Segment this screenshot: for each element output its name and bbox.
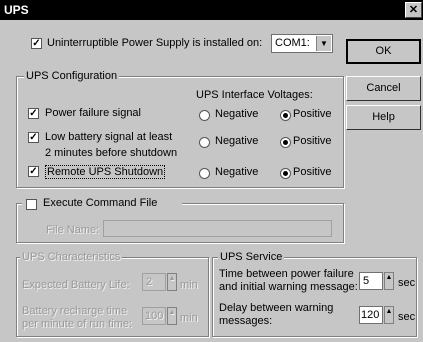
- battery-life-input[interactable]: 2: [142, 273, 166, 291]
- low-battery-label-line2: 2 minutes before shutdown: [45, 147, 178, 159]
- help-button[interactable]: Help: [346, 105, 421, 130]
- execute-command-label: Execute Command File: [43, 197, 158, 209]
- check-mark-icon: ✓: [29, 166, 38, 177]
- delay-spinner[interactable]: ▲: [384, 306, 394, 324]
- power-failure-label: Power failure signal: [45, 107, 141, 119]
- recharge-input[interactable]: 100: [142, 307, 166, 325]
- check-mark-icon: ✓: [29, 108, 38, 119]
- title-bar: UPS ✕: [0, 0, 423, 20]
- power-failure-positive-radio[interactable]: [280, 110, 291, 121]
- window-title: UPS: [4, 3, 29, 17]
- power-failure-negative-label: Negative: [215, 108, 259, 120]
- spin-up-icon: ▲: [385, 308, 393, 315]
- spin-up-icon: ▲: [168, 275, 176, 282]
- spin-up-icon: ▲: [385, 274, 393, 281]
- remote-shutdown-negative-label: Negative: [215, 166, 259, 178]
- ups-characteristics-legend: UPS Characteristics: [20, 251, 123, 263]
- time-between-spinner[interactable]: ▲: [384, 272, 394, 290]
- recharge-value: 100: [145, 310, 164, 322]
- time-between-label-line2: and initial warning message:: [219, 281, 358, 293]
- battery-life-value: 2: [146, 276, 153, 288]
- power-failure-checkbox[interactable]: ✓: [28, 108, 39, 119]
- port-select[interactable]: COM1: ▼: [271, 34, 333, 53]
- cancel-button[interactable]: Cancel: [346, 76, 421, 101]
- low-battery-positive-label: Positive: [293, 135, 332, 147]
- low-battery-negative-radio[interactable]: [199, 137, 210, 148]
- ups-configuration-legend: UPS Configuration: [24, 70, 120, 82]
- power-failure-negative-radio[interactable]: [199, 110, 210, 121]
- power-failure-positive-label: Positive: [293, 108, 332, 120]
- check-mark-icon: ✓: [29, 132, 38, 143]
- execute-command-checkbox[interactable]: [26, 199, 37, 210]
- time-between-unit: sec: [398, 277, 416, 289]
- recharge-spinner[interactable]: ▲: [167, 307, 177, 325]
- delay-label-line2: messages:: [219, 315, 273, 327]
- remote-shutdown-checkbox[interactable]: ✓: [28, 166, 39, 177]
- battery-life-label: Expected Battery Life:: [22, 279, 130, 291]
- time-between-label: Time between power failure: [219, 268, 354, 280]
- installed-label: Uninterruptible Power Supply is installe…: [47, 37, 263, 49]
- file-name-label: File Name:: [46, 224, 100, 236]
- close-button[interactable]: ✕: [405, 2, 422, 18]
- delay-input[interactable]: 120: [359, 306, 383, 324]
- close-icon: ✕: [408, 4, 419, 16]
- spin-up-icon: ▲: [168, 309, 176, 316]
- installed-checkbox[interactable]: ✓: [31, 38, 42, 49]
- low-battery-checkbox[interactable]: ✓: [28, 132, 39, 143]
- file-name-input[interactable]: [103, 220, 332, 237]
- remote-shutdown-label: Remote UPS Shutdown: [45, 165, 166, 179]
- delay-label: Delay between warning: [219, 302, 334, 314]
- chevron-down-icon[interactable]: ▼: [316, 36, 331, 51]
- port-select-value: COM1:: [275, 37, 310, 49]
- battery-life-spinner[interactable]: ▲: [167, 273, 177, 291]
- low-battery-label: Low battery signal at least: [45, 131, 173, 143]
- time-between-value: 5: [363, 275, 370, 287]
- ups-service-legend: UPS Service: [218, 251, 285, 263]
- help-button-label: Help: [372, 111, 395, 123]
- recharge-label-line2: per minute of run time:: [22, 318, 133, 330]
- ok-button[interactable]: OK: [346, 39, 421, 64]
- check-mark-icon: ✓: [32, 38, 41, 49]
- time-between-input[interactable]: 5: [359, 272, 383, 290]
- delay-value: 120: [361, 309, 380, 321]
- delay-unit: sec: [398, 311, 416, 323]
- battery-life-unit: min: [180, 279, 198, 291]
- remote-shutdown-negative-radio[interactable]: [199, 168, 210, 179]
- low-battery-positive-radio[interactable]: [280, 137, 291, 148]
- interface-voltages-label: UPS Interface Voltages:: [196, 89, 313, 101]
- low-battery-negative-label: Negative: [215, 135, 259, 147]
- recharge-unit: min: [180, 312, 198, 324]
- remote-shutdown-positive-label: Positive: [293, 166, 332, 178]
- recharge-label: Battery recharge time: [22, 305, 128, 317]
- remote-shutdown-positive-radio[interactable]: [280, 168, 291, 179]
